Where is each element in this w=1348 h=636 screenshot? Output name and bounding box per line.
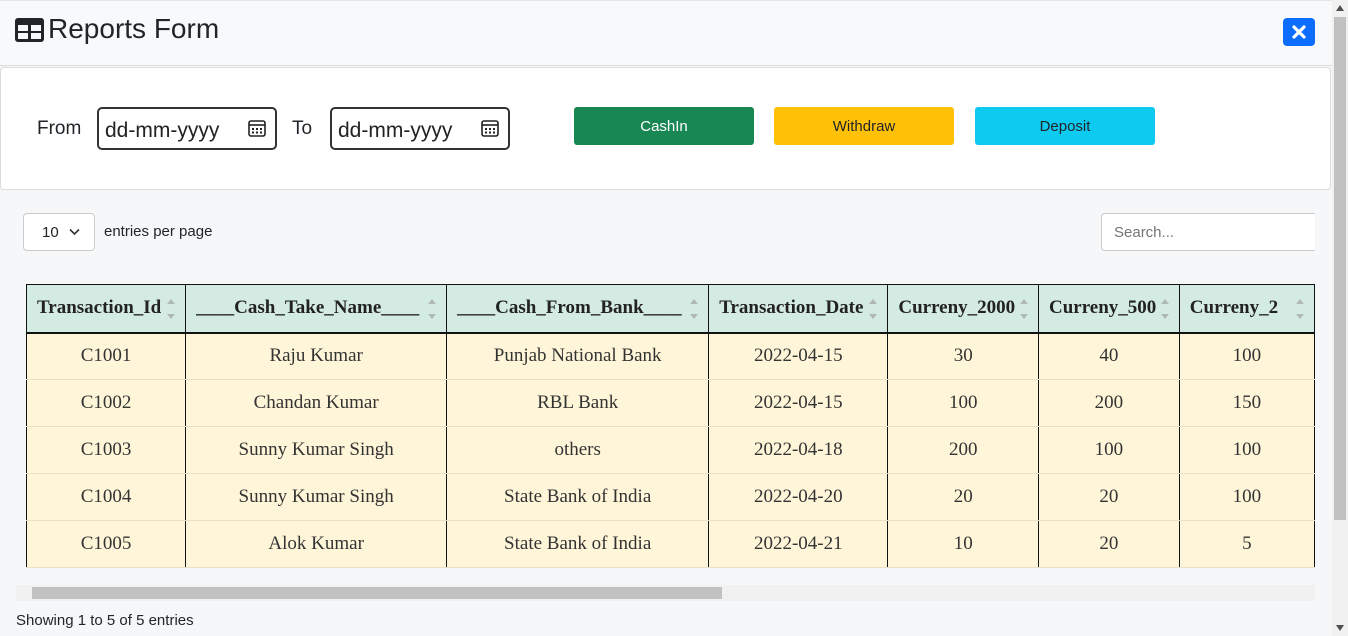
to-label: To [292,118,313,139]
horizontal-scroll-thumb[interactable] [32,587,722,599]
column-header[interactable]: Curreny_500 [1038,284,1180,334]
table-cell: C1004 [26,473,187,521]
chevron-down-icon [69,228,80,236]
table-cell: Sunny Kumar Singh [185,473,448,521]
table-row: C1005 Alok Kumar State Bank of India 2022-0… [26,520,1315,568]
table-cell: 100 [887,379,1039,427]
table-info: Showing 1 to 5 of 5 entries [16,612,194,629]
column-header-label: ____Cash_Take_Name____ [196,297,420,319]
scroll-up-icon[interactable] [1336,5,1344,11]
withdraw-button[interactable]: Withdraw [774,107,954,145]
search-input[interactable] [1101,213,1315,251]
table-icon [15,18,44,42]
column-header[interactable]: Transaction_Date [708,284,889,334]
table-cell: RBL Bank [446,379,710,427]
table-cell: others [446,426,710,474]
sort-icon [690,299,699,319]
column-header[interactable]: ____Cash_Take_Name____ [185,284,448,334]
table-cell: 2022-04-15 [708,332,889,380]
table-cell: 2022-04-21 [708,520,889,568]
table-cell: Sunny Kumar Singh [185,426,448,474]
transactions-table: Transaction_Id ____Cash_Take_Name____ ____… [26,284,1315,568]
table-cell: 2022-04-15 [708,379,889,427]
per-page-select[interactable]: 10 [23,213,95,251]
column-header-label: Transaction_Date [719,297,864,319]
column-header[interactable]: ____Cash_From_Bank____ [446,284,710,334]
table-cell: Raju Kumar [185,332,448,380]
table-cell: Punjab National Bank [446,332,710,380]
filter-card: From dd-mm-yyyy To dd-mm-yyyy CashIn Wit… [0,67,1331,190]
modal-header: Reports Form [0,0,1332,66]
to-date-placeholder: dd-mm-yyyy [338,119,453,142]
column-header-label: Transaction_Id [37,297,162,319]
table-cell: 150 [1178,379,1315,427]
table-cell: 100 [1038,426,1180,474]
column-header[interactable]: Curreny_2 [1178,284,1315,334]
sort-icon [1160,299,1169,319]
deposit-button[interactable]: Deposit [975,107,1155,145]
table-cell: 200 [887,426,1039,474]
from-date-input[interactable]: dd-mm-yyyy [97,107,277,150]
table-cell: 10 [887,520,1039,568]
sort-icon [167,299,176,319]
column-header-label: Curreny_2000 [898,297,1016,319]
column-header[interactable]: Transaction_Id [26,284,187,334]
table-cell: C1003 [26,426,187,474]
close-button[interactable] [1283,18,1315,46]
table-cell: 100 [1178,473,1315,521]
vertical-scrollbar[interactable] [1332,0,1348,636]
to-date-input[interactable]: dd-mm-yyyy [330,107,510,150]
table-cell: 40 [1038,332,1180,380]
table-row: C1003 Sunny Kumar Singh others 2022-04-18 20… [26,426,1315,474]
table-row: C1002 Chandan Kumar RBL Bank 2022-04-15 100 2… [26,379,1315,427]
table-cell: 2022-04-20 [708,473,889,521]
table-cell: State Bank of India [446,473,710,521]
table-header-row: Transaction_Id ____Cash_Take_Name____ ____… [26,284,1315,334]
table-cell: C1001 [26,332,187,380]
from-label: From [37,118,82,139]
per-page-value: 10 [42,224,59,241]
horizontal-scrollbar[interactable] [16,585,1315,601]
calendar-icon[interactable] [248,119,266,137]
modal-title: Reports Form [48,13,220,44]
per-page-label: entries per page [104,223,213,240]
table-cell: C1005 [26,520,187,568]
table-cell: Chandan Kumar [185,379,448,427]
scroll-down-icon[interactable] [1336,625,1344,631]
sort-icon [869,299,878,319]
table-container: Transaction_Id ____Cash_Take_Name____ ____… [26,284,1315,568]
calendar-icon[interactable] [481,119,499,137]
column-header-label: Curreny_500 [1049,297,1157,319]
reports-modal: Reports Form From dd-mm-yyyy To dd-mm-yy… [0,0,1332,636]
close-icon [1292,25,1306,39]
from-date-placeholder: dd-mm-yyyy [105,119,220,142]
table-cell: 200 [1038,379,1180,427]
column-header-label: ____Cash_From_Bank____ [457,297,682,319]
table-cell: 2022-04-18 [708,426,889,474]
table-cell: 100 [1178,426,1315,474]
table-row: C1004 Sunny Kumar Singh State Bank of Indi… [26,473,1315,521]
sort-icon [1296,299,1304,319]
sort-icon [428,299,437,319]
vertical-scroll-thumb[interactable] [1334,17,1346,520]
table-cell: 100 [1178,332,1315,380]
table-cell: Alok Kumar [185,520,448,568]
column-header-label: Curreny_2 [1189,297,1279,319]
table-cell: State Bank of India [446,520,710,568]
table-cell: 20 [1038,520,1180,568]
table-cell: 30 [887,332,1039,380]
table-cell: 20 [1038,473,1180,521]
column-header[interactable]: Curreny_2000 [887,284,1039,334]
table-cell: 5 [1178,520,1315,568]
table-body: C1001 Raju Kumar Punjab National Bank 2022-… [26,332,1315,568]
table-cell: 20 [887,473,1039,521]
table-row: C1001 Raju Kumar Punjab National Bank 2022-… [26,332,1315,380]
table-cell: C1002 [26,379,187,427]
sort-icon [1020,299,1028,319]
cashin-button[interactable]: CashIn [574,107,754,145]
